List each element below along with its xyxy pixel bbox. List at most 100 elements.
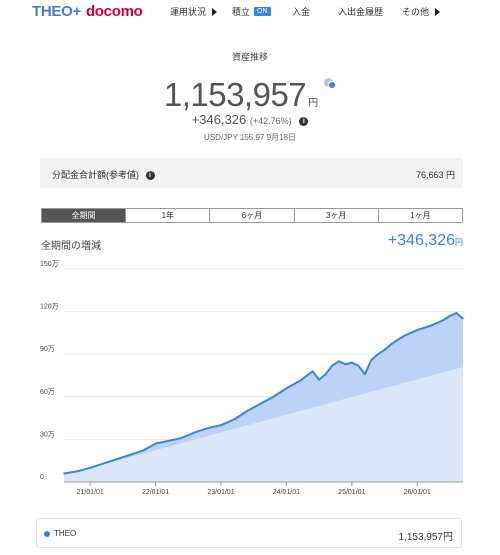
period-tabs: 全期間 1年 6ヶ月 3ヶ月 1ヶ月 [41,208,463,223]
value-point [442,319,445,321]
value-point [115,458,118,461]
value-point [351,361,353,364]
tab-1y[interactable]: 1年 [126,209,211,222]
value-point [337,360,340,363]
value-point [141,449,144,452]
value-point [377,353,379,355]
value-point [429,325,432,327]
value-point [462,317,464,320]
value-point [370,359,373,361]
chart-gain-value: +346,326 [387,232,455,249]
value-point [390,343,392,346]
value-point [318,378,320,381]
value-point [167,440,170,442]
currency-toggle-icon[interactable] [324,78,337,90]
theo-logo-text: THEO+ [32,3,81,20]
value-point [220,424,222,426]
value-point [272,396,275,398]
value-point [344,363,347,365]
value-point [154,442,157,445]
tab-1m[interactable]: 1ヶ月 [378,209,463,222]
nav-item-tsumitate[interactable]: 積立 ON [232,5,292,18]
value-point [364,373,366,375]
value-point [331,364,333,367]
value-point [357,364,360,367]
total-value: 1,153,957 [163,76,307,113]
value-point [455,312,458,314]
value-point [128,454,131,456]
value-point [233,418,235,421]
info-icon[interactable]: i [299,117,309,126]
fx-rate: USD/JPY 155.97 9月18日 [204,133,296,142]
nav-item-history[interactable]: 入出金履歴 [338,5,402,18]
gain-value: +346,326 [191,112,247,127]
x-tick-label: 21/01/01 [77,489,104,496]
nav-item-label: 運用状況 [170,7,207,17]
y-tick-label: 90万 [40,345,55,353]
x-tick-label: 22/01/01 [142,489,169,496]
dividend-box: 分配金合計額(参考値) i 76,663 円 [40,158,463,188]
dividend-label-text: 分配金合計額(参考値) [52,170,139,180]
y-tick-label: 120万 [40,303,59,311]
total-unit: 円 [308,98,319,109]
value-point [180,437,183,439]
x-tick-label: 26/01/01 [404,489,431,496]
x-tick-label: 25/01/01 [338,489,365,496]
value-point [194,431,196,434]
nav-item-other[interactable]: その他 [402,5,452,18]
nav-item-label: 積立 [232,7,251,17]
value-point [102,462,105,465]
value-point [449,315,451,317]
value-point [207,427,209,429]
value-point [246,410,248,412]
value-point [324,373,327,375]
top-header: THEO+ docomo 運用状況 積立 ON 入金 入出金履歴 その他 [0,0,500,24]
legend-value: 1,153,957円 [398,532,454,543]
chart-gain-unit: 円 [455,238,463,247]
triangle-right-icon [212,7,218,16]
gain-row: +346,326 (+42.76%) i [0,112,500,127]
section-title: 資産推移 [231,52,268,62]
value-point [311,370,314,373]
x-tick-label: 23/01/01 [207,489,234,496]
dividend-label: 分配金合計額(参考値) i [52,168,155,181]
deposit-area [64,366,463,482]
legend-box: THEO 1,153,957円 [36,518,462,548]
dividend-value: 76,663 円 [415,170,455,180]
main-nav: 運用状況 積立 ON 入金 入出金履歴 その他 [170,5,452,18]
value-point [63,472,65,475]
tab-6m[interactable]: 6ヶ月 [210,209,295,222]
value-point [76,470,78,473]
nav-item-deposit[interactable]: 入金 [292,5,338,18]
asset-chart[interactable]: 150万 120万 90万 60万 30万 0 21/01/01 22/01/01 23/01/… [0,258,500,503]
y-tick-label: 30万 [40,430,55,438]
value-point [416,329,419,331]
gain-percent: (+42.76%) [249,116,292,126]
nav-item-status[interactable]: 運用状況 [170,5,232,18]
triangle-right-icon [435,7,441,16]
total-assets: 1,153,957 円 [0,76,500,114]
chart-gain: +346,326円 [388,232,463,250]
y-tick-label: 0 [40,474,44,481]
value-point [383,349,386,351]
value-point [403,334,405,337]
info-icon[interactable]: i [145,171,155,180]
y-tick-label: 60万 [40,388,55,396]
docomo-logo-text: docomo [85,3,143,20]
value-point [259,403,262,405]
nav-item-label: 入金 [292,7,311,17]
tab-3m[interactable]: 3ヶ月 [294,209,379,222]
on-badge: ON [254,7,271,16]
y-tick-label: 150万 [40,260,59,268]
chart-title: 全期間の増減 [41,241,101,252]
logo[interactable]: THEO+ docomo [32,3,143,20]
x-tick-label: 24/01/01 [273,489,300,496]
value-point [298,380,301,382]
tab-all[interactable]: 全期間 [42,209,127,222]
legend-dot-icon [44,531,50,537]
nav-item-label: 入出金履歴 [338,7,384,17]
value-point [89,467,91,469]
value-point [285,387,288,390]
nav-item-label: その他 [402,7,430,17]
legend-name: THEO [54,529,77,538]
